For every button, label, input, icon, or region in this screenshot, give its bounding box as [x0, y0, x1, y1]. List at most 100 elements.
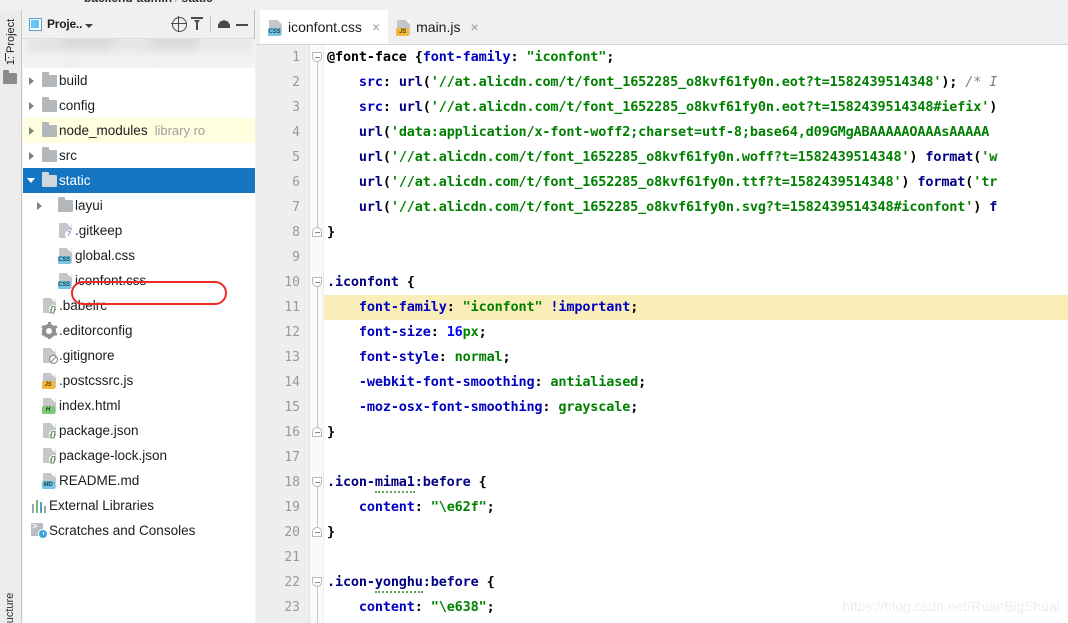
line-number-gutter: 1 2 3 4 5 6 7 8 9 10 11 12 13 14 15 16 1… — [256, 45, 310, 623]
tree-row-scratches-and-consoles[interactable]: Scratches and Consoles — [23, 518, 255, 543]
code-content[interactable]: @font-face {font-family: "iconfont"; src… — [324, 45, 1068, 623]
breadcrumb: backend-admin/static — [84, 0, 213, 5]
ide-window: backend-admin/static 1: Project ucture P… — [0, 0, 1068, 623]
fold-marker-collapse[interactable] — [312, 527, 323, 538]
scroll-from-source-icon[interactable] — [170, 15, 187, 32]
tree-row-external-libraries[interactable]: External Libraries — [23, 493, 255, 518]
tree-row-index-html[interactable]: H index.html — [23, 393, 255, 418]
folder-icon — [39, 122, 59, 137]
project-tool-window: Proje.. build config node_modules librar… — [23, 10, 255, 623]
code-line-16: } — [327, 424, 335, 440]
line-number: 15 — [284, 400, 300, 415]
tree-item-label: index.html — [59, 398, 121, 413]
tree-row-iconfont-css[interactable]: CSS iconfont.css — [23, 268, 255, 293]
chevron-right-icon[interactable] — [23, 151, 39, 160]
code-line-3: src: url('//at.alicdn.com/t/font_1652285… — [358, 99, 998, 115]
fold-marker-collapse[interactable] — [312, 477, 323, 488]
tree-item-label: node_modules — [59, 123, 148, 138]
tree-item-label: .editorconfig — [59, 323, 133, 338]
line-number: 5 — [292, 150, 300, 165]
tool-window-bar-left: 1: Project ucture — [0, 10, 22, 623]
editor-area: CSS iconfont.css × JS main.js × 1 2 3 4 … — [256, 10, 1068, 623]
tree-row-config[interactable]: config — [23, 93, 255, 118]
line-number: 2 — [292, 75, 300, 90]
tree-item-label: src — [59, 148, 77, 163]
breadcrumb-folder: static — [181, 0, 212, 5]
editor-tab-bar: CSS iconfont.css × JS main.js × — [256, 10, 1068, 45]
tool-window-tab-project[interactable]: 1: Project — [5, 13, 17, 71]
chevron-down-icon[interactable] — [85, 23, 94, 28]
tree-row-readme-md[interactable]: MD README.md — [23, 468, 255, 493]
editor-tab-main-js[interactable]: JS main.js × — [388, 10, 487, 44]
line-number: 22 — [284, 575, 300, 590]
tree-item-label: Scratches and Consoles — [49, 523, 196, 538]
project-root-row-redacted[interactable] — [23, 39, 255, 68]
tree-item-label: static — [59, 173, 91, 188]
fold-marker-collapse[interactable] — [312, 52, 323, 63]
tool-window-tab-structure[interactable]: ucture — [4, 579, 16, 623]
project-tree[interactable]: build config node_modules library ro src — [23, 68, 255, 623]
code-line-10: .iconfont { — [327, 274, 415, 290]
json-file-icon: {} — [39, 448, 59, 464]
tree-row-static[interactable]: static — [23, 168, 255, 193]
minimize-icon[interactable] — [234, 16, 250, 32]
tree-item-label: README.md — [59, 473, 140, 488]
tree-row-gitignore[interactable]: .gitignore — [23, 343, 255, 368]
tree-item-label: iconfont.css — [75, 273, 147, 288]
fold-region-line — [317, 484, 318, 527]
line-number: 6 — [292, 175, 300, 190]
code-line-20: } — [327, 524, 335, 540]
scratches-icon — [29, 521, 49, 539]
tree-row-package-json[interactable]: {} package.json — [23, 418, 255, 443]
code-line-8: } — [327, 224, 335, 240]
chevron-down-icon[interactable] — [23, 178, 39, 183]
tree-row-gitkeep[interactable]: ? .gitkeep — [23, 218, 255, 243]
code-line-1: @font-face {font-family: "iconfont"; — [327, 49, 615, 65]
tree-row-postcssrc[interactable]: JS .postcssrc.js — [23, 368, 255, 393]
line-number: 12 — [284, 325, 300, 340]
tree-item-label: .gitignore — [59, 348, 115, 363]
chevron-right-icon[interactable] — [23, 76, 39, 85]
tree-row-package-lock-json[interactable]: {} package-lock.json — [23, 443, 255, 468]
chevron-right-icon[interactable] — [23, 101, 39, 110]
editor-tab-iconfont-css[interactable]: CSS iconfont.css × — [260, 10, 389, 44]
folder-icon — [3, 70, 17, 84]
tree-row-layui[interactable]: layui — [23, 193, 255, 218]
close-icon[interactable]: × — [372, 20, 380, 34]
code-line-5: url('//at.alicdn.com/t/font_1652285_o8kv… — [358, 149, 998, 165]
tree-row-babelrc[interactable]: {} .babelrc — [23, 293, 255, 318]
tree-row-editorconfig[interactable]: .editorconfig — [23, 318, 255, 343]
line-number: 17 — [284, 450, 300, 465]
tree-row-global-css[interactable]: CSS global.css — [23, 243, 255, 268]
folder-icon — [39, 147, 59, 162]
tree-row-node-modules[interactable]: node_modules library ro — [23, 118, 255, 143]
project-view-icon — [27, 16, 43, 32]
chevron-right-icon[interactable] — [23, 126, 39, 135]
line-number: 8 — [292, 225, 300, 240]
line-number: 20 — [284, 525, 300, 540]
code-line-13: font-style: normal; — [358, 349, 511, 365]
tree-row-src[interactable]: src — [23, 143, 255, 168]
toolbar-divider — [210, 16, 211, 32]
tree-row-build[interactable]: build — [23, 68, 255, 93]
ignored-file-icon — [39, 348, 59, 364]
project-panel-title: Proje.. — [47, 17, 83, 31]
collapse-all-icon[interactable] — [189, 16, 205, 32]
code-line-12: font-size: 16px; — [358, 324, 487, 340]
tree-item-label: .babelrc — [59, 298, 108, 313]
tree-item-label: config — [59, 98, 96, 113]
fold-marker-collapse[interactable] — [312, 227, 323, 238]
chevron-right-icon[interactable] — [23, 201, 55, 210]
code-editor[interactable]: 1 2 3 4 5 6 7 8 9 10 11 12 13 14 15 16 1… — [256, 45, 1068, 623]
js-file-icon: JS — [396, 19, 411, 36]
line-number: 10 — [284, 275, 300, 290]
gear-icon[interactable] — [216, 16, 232, 32]
code-folding-gutter[interactable] — [310, 45, 324, 623]
fold-region-line — [317, 584, 318, 623]
fold-marker-collapse[interactable] — [312, 577, 323, 588]
tree-item-label: layui — [75, 198, 103, 213]
fold-marker-collapse[interactable] — [312, 427, 323, 438]
fold-marker-collapse[interactable] — [312, 277, 323, 288]
close-icon[interactable]: × — [470, 20, 478, 34]
